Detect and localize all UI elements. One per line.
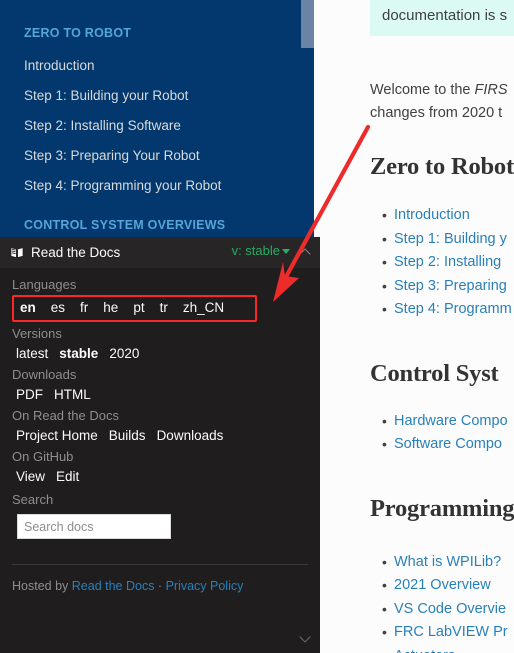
list-item[interactable]: Step 2: Installing [314, 251, 514, 275]
version-selector[interactable]: v: stable [232, 243, 290, 258]
list-item[interactable]: Actuators [314, 645, 514, 653]
download-option-html[interactable]: HTML [54, 385, 91, 404]
toc-list-zero-to-robot: Introduction Step 1: Building y Step 2: … [314, 204, 514, 322]
browser-page: ZERO TO ROBOT Introduction Step 1: Build… [0, 0, 514, 653]
intro-text-emphasis: FIRS [474, 82, 508, 98]
list-item[interactable]: Step 3: Preparing [314, 275, 514, 299]
language-option-tr[interactable]: tr [160, 299, 168, 317]
version-option-stable[interactable]: stable [59, 344, 98, 363]
version-selector-label: v: stable [231, 243, 280, 258]
language-option-en[interactable]: en [20, 299, 36, 317]
link-github-edit[interactable]: Edit [56, 467, 79, 486]
list-item[interactable]: Hardware Compo [314, 410, 514, 434]
intro-paragraph-line-1: Welcome to the FIRS [314, 79, 514, 102]
search-input[interactable] [17, 514, 171, 539]
chevron-down-scroll-icon[interactable] [299, 632, 312, 645]
versions-label: Versions [12, 326, 62, 341]
languages-label: Languages [12, 277, 77, 292]
downloads-options-row: PDF HTML [12, 384, 308, 407]
version-option-2020[interactable]: 2020 [109, 344, 139, 363]
download-option-pdf[interactable]: PDF [16, 385, 43, 404]
languages-options-row: en es fr he pt tr zh_CN [12, 295, 257, 322]
versions-options-row: latest stable 2020 [12, 343, 308, 366]
sidebar-caption-zero-to-robot: ZERO TO ROBOT [24, 26, 132, 40]
language-option-he[interactable]: he [103, 299, 118, 317]
readthedocs-flyout-panel: Read the Docs v: stable Languages en es … [0, 237, 320, 653]
downloads-label: Downloads [12, 367, 77, 382]
flyout-footer: Hosted by Read the Docs · Privacy Policy [12, 565, 308, 593]
search-label: Search [12, 492, 54, 507]
language-option-fr[interactable]: fr [80, 299, 88, 317]
sidebar-item-step-4[interactable]: Step 4: Programming your Robot [24, 178, 221, 194]
on-read-the-docs-label: On Read the Docs [12, 408, 119, 423]
on-read-the-docs-links-row: Project Home Builds Downloads [12, 425, 308, 448]
sidebar-item-step-1[interactable]: Step 1: Building your Robot [24, 88, 188, 104]
intro-text-prefix: Welcome to the [370, 82, 475, 98]
sidebar-item-step-3[interactable]: Step 3: Preparing Your Robot [24, 148, 200, 164]
document-content-area: documentation is s Welcome to the FIRS c… [314, 0, 514, 653]
sidebar-scrollbar-thumb[interactable] [301, 0, 314, 48]
heading-control-system: Control Syst [370, 359, 499, 387]
flyout-header: Read the Docs v: stable [0, 237, 320, 268]
on-github-label: On GitHub [12, 449, 74, 464]
list-item[interactable]: FRC LabVIEW Pr [314, 621, 514, 645]
toc-list-programming: What is WPILib? 2021 Overview VS Code Ov… [314, 551, 514, 653]
footer-separator: · [154, 579, 166, 593]
language-option-pt[interactable]: pt [133, 299, 144, 317]
version-option-latest[interactable]: latest [16, 344, 48, 363]
flyout-logo-group: Read the Docs [10, 245, 120, 260]
toc-list-control-system: Hardware Compo Software Compo [314, 410, 514, 457]
on-github-links-row: View Edit [12, 466, 308, 489]
link-downloads[interactable]: Downloads [157, 426, 224, 445]
list-item[interactable]: Step 4: Programm [314, 298, 514, 322]
link-github-view[interactable]: View [16, 467, 45, 486]
sidebar-caption-control-system-overviews: CONTROL SYSTEM OVERVIEWS [24, 218, 226, 232]
list-item[interactable]: 2021 Overview [314, 574, 514, 598]
sidebar-item-introduction[interactable]: Introduction [24, 58, 95, 74]
footer-link-read-the-docs[interactable]: Read the Docs [72, 579, 155, 593]
heading-zero-to-robot: Zero to Robot [370, 153, 514, 180]
heading-programming: Programming [370, 494, 514, 522]
note-admonition-box: documentation is s [370, 0, 514, 36]
chevron-down-icon [282, 249, 290, 255]
list-item[interactable]: Step 1: Building y [314, 228, 514, 252]
flyout-title: Read the Docs [31, 245, 121, 260]
footer-link-privacy-policy[interactable]: Privacy Policy [166, 579, 244, 593]
link-builds[interactable]: Builds [109, 426, 146, 445]
footer-hosted-by-text: Hosted by [12, 579, 72, 593]
sidebar-item-step-2[interactable]: Step 2: Installing Software [24, 118, 181, 134]
list-item[interactable]: Introduction [314, 204, 514, 228]
list-item[interactable]: VS Code Overvie [314, 598, 514, 622]
list-item[interactable]: What is WPILib? [314, 551, 514, 575]
chevron-up-icon[interactable] [299, 245, 312, 258]
language-option-es[interactable]: es [51, 299, 65, 317]
list-item[interactable]: Software Compo [314, 433, 514, 457]
flyout-body: Languages en es fr he pt tr zh_CN Versio… [0, 268, 320, 593]
book-icon [10, 246, 24, 259]
link-project-home[interactable]: Project Home [16, 426, 98, 445]
language-option-zh-cn[interactable]: zh_CN [183, 299, 224, 317]
intro-paragraph-line-2: changes from 2020 t [370, 105, 503, 121]
